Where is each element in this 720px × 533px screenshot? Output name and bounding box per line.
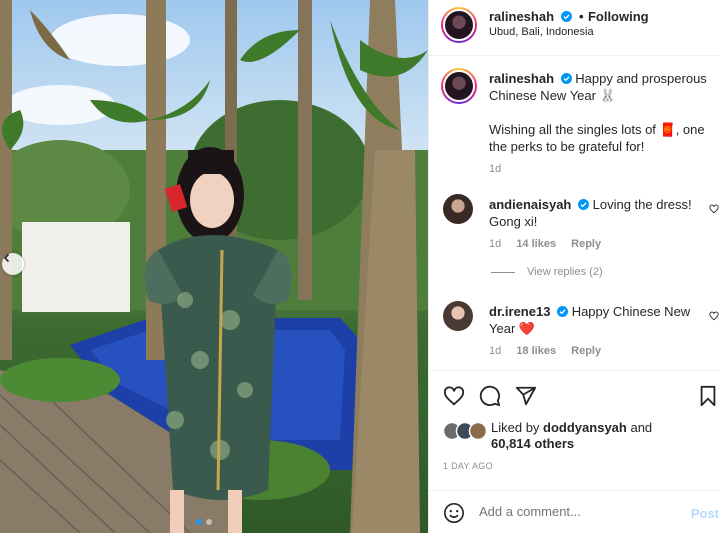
comment-age: 1d [489, 238, 502, 250]
carousel-prev-button[interactable] [2, 253, 24, 275]
post-action-bar [429, 370, 720, 416]
heart-icon[interactable] [709, 311, 719, 321]
comment-icon[interactable] [479, 385, 501, 407]
liked-by-prefix: Liked by [491, 420, 540, 435]
replies-divider [491, 271, 515, 273]
verified-badge-icon [578, 199, 589, 210]
heart-icon[interactable] [443, 385, 465, 407]
caption-line-2: Wishing all the singles lots of 🧧, one t… [489, 122, 705, 154]
header-separator: • [578, 9, 584, 24]
caption-username[interactable]: ralineshah [489, 71, 554, 86]
comment-username[interactable]: andienaisyah [489, 197, 571, 212]
share-icon[interactable] [515, 385, 537, 407]
verified-badge-icon [561, 11, 573, 22]
comment-username[interactable]: dr.irene13 [489, 304, 550, 319]
add-comment-bar: Post [429, 490, 720, 533]
liked-by-user[interactable]: doddyansyah [543, 420, 627, 435]
liked-by-joiner: and [630, 420, 653, 435]
reply-button[interactable]: Reply [571, 345, 601, 357]
carousel-dot [206, 519, 212, 525]
liker-avatars[interactable] [443, 422, 489, 440]
post-side-panel: ralineshah • Following Ubud, Bali, Indon… [428, 0, 720, 533]
post-photo[interactable] [0, 0, 428, 533]
following-button[interactable]: Following [588, 9, 649, 24]
post-header: ralineshah • Following Ubud, Bali, Indon… [429, 0, 720, 56]
emoji-icon[interactable] [443, 502, 465, 524]
author-username[interactable]: ralineshah [489, 9, 554, 24]
author-avatar[interactable] [441, 7, 477, 43]
photo-scene [0, 0, 428, 533]
post-location[interactable]: Ubud, Bali, Indonesia [489, 26, 594, 38]
bookmark-icon[interactable] [697, 385, 719, 407]
verified-badge-icon [560, 73, 572, 84]
caption-age: 1d [489, 163, 502, 175]
comment-likes[interactable]: 14 likes [516, 238, 556, 250]
carousel-dot-active [196, 519, 202, 525]
chevron-left-icon [3, 253, 10, 263]
heart-icon[interactable] [709, 204, 719, 214]
commenter-avatar[interactable] [443, 194, 473, 224]
comment-input[interactable] [479, 504, 659, 519]
comment-age: 1d [489, 345, 502, 357]
view-replies-label: View replies (2) [527, 266, 603, 278]
liked-by-others[interactable]: 60,814 others [491, 436, 574, 451]
commenter-avatar[interactable] [443, 301, 473, 331]
comment-likes[interactable]: 18 likes [516, 345, 556, 357]
post-timestamp[interactable]: 1 DAY AGO [443, 461, 493, 471]
post-comment-button[interactable]: Post [691, 506, 719, 521]
caption-avatar[interactable] [441, 68, 477, 104]
view-replies-button[interactable]: View replies (2) [491, 266, 603, 278]
carousel-dots [196, 519, 212, 525]
verified-badge-icon [557, 306, 569, 317]
reply-button[interactable]: Reply [571, 238, 601, 250]
